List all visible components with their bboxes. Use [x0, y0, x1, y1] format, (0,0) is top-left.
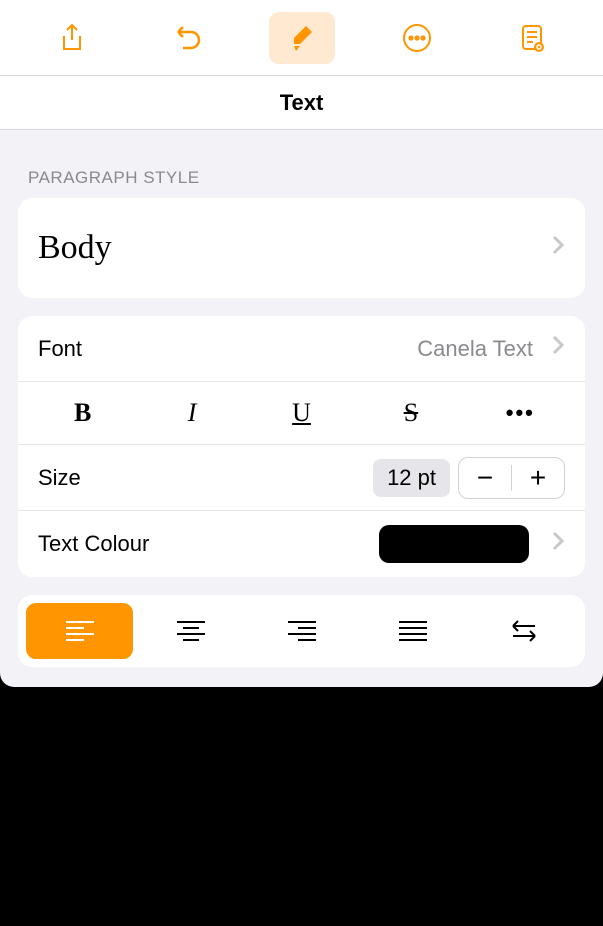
text-format-row: B I U S ••• [18, 382, 585, 445]
italic-button[interactable]: I [137, 382, 246, 444]
size-decrease-button[interactable]: − [459, 457, 511, 499]
paragraph-style-card: Body [18, 198, 585, 298]
chevron-right-icon [551, 529, 565, 560]
share-icon [56, 22, 88, 54]
chevron-right-icon [551, 233, 565, 264]
size-value[interactable]: 12 pt [373, 459, 450, 497]
paragraph-style-row[interactable]: Body [18, 198, 585, 298]
size-label: Size [38, 465, 81, 491]
colour-swatch[interactable] [379, 525, 529, 563]
alignment-card [18, 595, 585, 667]
align-justify-icon [397, 618, 429, 644]
more-circle-icon [401, 22, 433, 54]
reader-icon [516, 22, 548, 54]
paragraph-style-section-label: PARAGRAPH STYLE [0, 130, 603, 198]
panel-title: Text [280, 90, 324, 116]
text-direction-icon [507, 618, 541, 644]
bold-button[interactable]: B [28, 382, 137, 444]
top-toolbar [0, 0, 603, 76]
font-label: Font [38, 336, 82, 362]
text-colour-label: Text Colour [38, 531, 149, 557]
reader-button[interactable] [499, 12, 565, 64]
format-button[interactable] [269, 12, 335, 64]
panel-header: Text [0, 76, 603, 130]
strikethrough-button[interactable]: S [356, 382, 465, 444]
more-formatting-button[interactable]: ••• [466, 382, 575, 444]
font-card: Font Canela Text B I U S ••• Size 12 pt … [18, 316, 585, 577]
align-right-icon [286, 618, 318, 644]
font-row[interactable]: Font Canela Text [18, 316, 585, 382]
share-button[interactable] [39, 12, 105, 64]
align-left-button[interactable] [26, 603, 133, 659]
undo-button[interactable] [154, 12, 220, 64]
text-direction-button[interactable] [470, 603, 577, 659]
paragraph-style-value: Body [38, 229, 112, 267]
align-left-icon [64, 618, 96, 644]
size-row: Size 12 pt − + [18, 445, 585, 511]
callout-line [515, 725, 516, 805]
font-value: Canela Text [417, 336, 533, 362]
size-stepper: − + [458, 457, 565, 499]
chevron-right-icon [551, 333, 565, 364]
align-justify-button[interactable] [359, 603, 466, 659]
align-center-icon [175, 618, 207, 644]
size-increase-button[interactable]: + [512, 457, 564, 499]
format-brush-icon [286, 22, 318, 54]
underline-button[interactable]: U [247, 382, 356, 444]
text-colour-row[interactable]: Text Colour [18, 511, 585, 577]
undo-icon [171, 22, 203, 54]
align-right-button[interactable] [248, 603, 355, 659]
more-button[interactable] [384, 12, 450, 64]
align-center-button[interactable] [137, 603, 244, 659]
